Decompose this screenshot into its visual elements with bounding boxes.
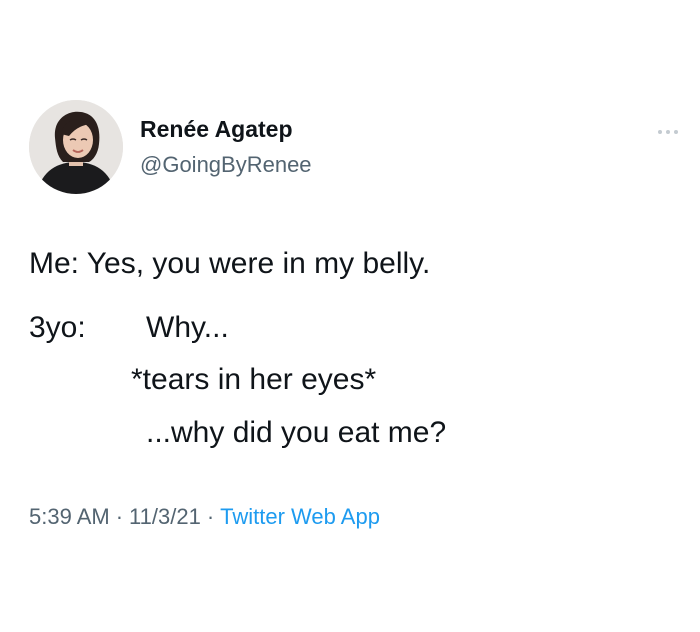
tweet-date[interactable]: 11/3/21 [129,504,201,529]
tweet-text-line: *tears in her eyes* [131,363,377,396]
more-horizontal-icon[interactable] [650,122,686,142]
tweet-metadata: 5:39 AM · 11/3/21 · Twitter Web App [29,503,380,531]
author-display-name[interactable]: Renée Agatep [140,116,293,143]
author-handle[interactable]: @GoingByRenee [140,152,312,178]
tweet-source-link[interactable]: Twitter Web App [220,504,380,529]
avatar-photo [29,100,123,194]
meta-separator: · [115,504,124,529]
more-dot [666,130,670,134]
tweet: Renée Agatep @GoingByRenee Me: Yes, you … [0,0,700,632]
tweet-text-line: ...why did you eat me? [146,416,447,449]
tweet-text-line: Me: Yes, you were in my belly. [29,247,431,280]
more-dot [674,130,678,134]
avatar[interactable] [29,100,123,194]
tweet-text-line: Why... [146,311,229,344]
more-dot [658,130,662,134]
tweet-text-speaker: 3yo: [29,311,86,344]
tweet-time[interactable]: 5:39 AM [29,504,110,529]
meta-separator: · [206,504,215,529]
